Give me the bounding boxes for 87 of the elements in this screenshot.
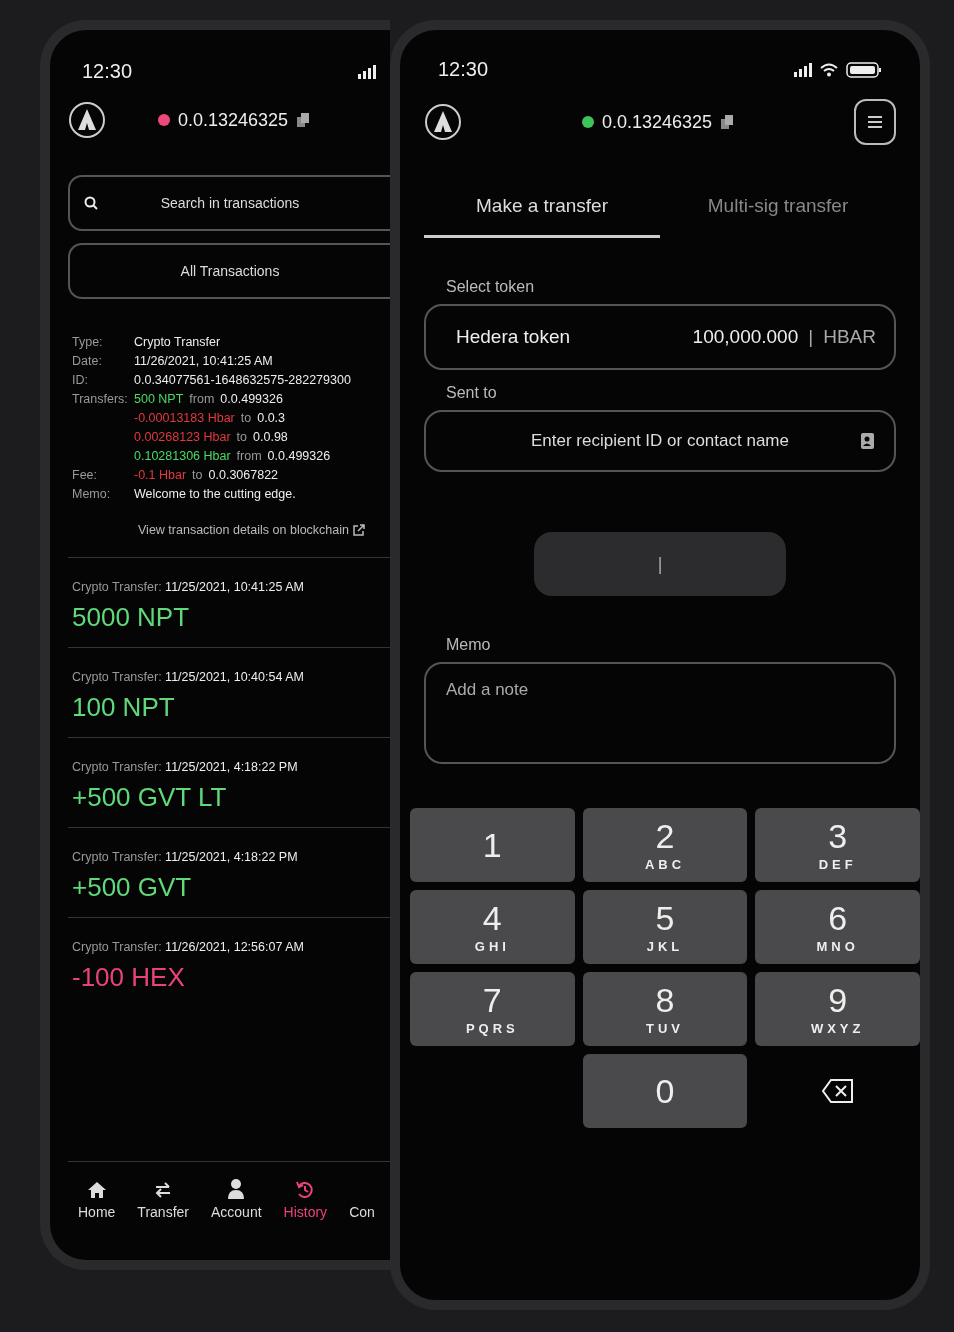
logo-icon bbox=[424, 103, 462, 141]
transfer-amount: -0.00013183 Hbar bbox=[134, 411, 235, 425]
transaction-amount: +500 GVT LT bbox=[72, 782, 228, 813]
transaction-header: Crypto Transfer: 11/26/2021, 12:56:07 AM bbox=[72, 940, 305, 954]
keypad-key[interactable]: 4 GHI bbox=[410, 890, 575, 964]
field-label: Select token bbox=[445, 278, 536, 296]
transfer-amount: 0.00268123 Hbar bbox=[134, 430, 231, 444]
field-value: Welcome to the cutting edge. bbox=[134, 487, 296, 501]
external-link-icon bbox=[353, 524, 365, 536]
blockchain-link[interactable]: View transaction details on blockchain bbox=[138, 523, 349, 537]
field-value: 0.0.34077561-1648632575-282279300 bbox=[134, 373, 351, 387]
menu-button[interactable] bbox=[854, 99, 896, 145]
field-label: Fee: bbox=[72, 468, 98, 482]
transaction-amount: 100 NPT bbox=[72, 692, 176, 723]
keypad-key[interactable]: 7 PQRS bbox=[410, 972, 575, 1046]
field-value: 0.0.499326 bbox=[267, 449, 331, 463]
account-id: 0.0.13246325 bbox=[601, 111, 713, 133]
direction-word: to bbox=[236, 430, 248, 444]
signal-icon bbox=[794, 62, 812, 77]
field-label: Sent to bbox=[445, 384, 498, 402]
direction-word: to bbox=[192, 468, 203, 482]
field-value: 0.0.499326 bbox=[220, 392, 283, 406]
nav-tab[interactable]: Home bbox=[78, 1180, 116, 1220]
field-value: 0.0.3 bbox=[257, 411, 286, 425]
transaction-header: Crypto Transfer: 11/25/2021, 4:18:22 PM bbox=[72, 760, 299, 774]
keypad-key[interactable]: 3 DEF bbox=[755, 808, 920, 882]
field-label: Transfers: bbox=[72, 392, 129, 406]
direction-word: to bbox=[240, 411, 252, 425]
transaction-amount: +500 GVT bbox=[72, 872, 193, 903]
account-id: 0.0.13246325 bbox=[177, 109, 289, 131]
field-label: Memo: bbox=[72, 487, 112, 501]
logo-icon bbox=[68, 101, 106, 139]
transaction-amount: 5000 NPT bbox=[72, 602, 191, 633]
transfer-amount: -0.1 Hbar bbox=[134, 468, 187, 482]
contact-card-icon[interactable] bbox=[860, 432, 876, 450]
memo-field[interactable]: Add a note bbox=[424, 662, 896, 764]
field-label: Date: bbox=[72, 354, 103, 368]
status-time: 12:30 bbox=[82, 60, 133, 83]
battery-icon bbox=[846, 61, 882, 78]
copy-icon[interactable] bbox=[720, 114, 735, 130]
home-icon bbox=[86, 1180, 107, 1200]
nav-tab[interactable]: Account bbox=[210, 1178, 262, 1220]
field-value: Crypto Transfer bbox=[134, 335, 221, 349]
tab[interactable]: Make a transfer bbox=[424, 185, 660, 238]
keypad-key[interactable]: 5 JKL bbox=[582, 890, 748, 964]
field-label: ID: bbox=[72, 373, 89, 387]
filter-dropdown[interactable]: All Transactions bbox=[68, 243, 390, 299]
search-field[interactable]: Search in transactions bbox=[68, 175, 390, 231]
nav-tab[interactable]: History bbox=[283, 1180, 328, 1220]
transaction-header: Crypto Transfer: 11/25/2021, 10:40:54 AM bbox=[72, 670, 305, 684]
keypad-key[interactable]: 8 TUV bbox=[582, 972, 748, 1046]
field-label: Type: bbox=[72, 335, 104, 349]
keypad-key[interactable]: 0 bbox=[582, 1054, 748, 1128]
nav-tab[interactable]: Transfer bbox=[137, 1180, 189, 1220]
status-time: 12:30 bbox=[438, 58, 489, 81]
direction-word: from bbox=[189, 392, 215, 406]
signal-icon bbox=[358, 64, 376, 79]
field-label: Memo bbox=[445, 636, 492, 654]
copy-icon[interactable] bbox=[296, 112, 311, 128]
amount-button[interactable]: | bbox=[534, 532, 786, 596]
history-icon bbox=[295, 1180, 316, 1200]
wifi-icon bbox=[820, 62, 838, 77]
transaction-header: Crypto Transfer: 11/25/2021, 4:18:22 PM bbox=[72, 850, 299, 864]
separator: | bbox=[808, 326, 814, 348]
field-value: 11/26/2021, 10:41:25 AM bbox=[134, 354, 273, 368]
menu-icon bbox=[867, 115, 883, 129]
field-value: 0.0.98 bbox=[253, 430, 288, 444]
backspace-icon[interactable] bbox=[820, 1078, 855, 1104]
keypad-key[interactable]: 1 bbox=[410, 808, 575, 882]
transfer-amount: 500 NPT bbox=[134, 392, 184, 406]
tab[interactable]: Multi-sig transfer bbox=[660, 185, 896, 238]
token-symbol: HBAR bbox=[823, 326, 876, 348]
transfer-amount: 0.10281306 Hbar bbox=[134, 449, 231, 463]
nav-tab[interactable]: Con bbox=[349, 1204, 375, 1220]
transaction-amount: -100 HEX bbox=[72, 962, 186, 993]
recipient-field[interactable]: Enter recipient ID or contact name bbox=[424, 410, 896, 472]
transaction-header: Crypto Transfer: 11/25/2021, 10:41:25 AM bbox=[72, 580, 305, 594]
keypad-key[interactable]: 9 WXYZ bbox=[755, 972, 920, 1046]
search-icon bbox=[84, 196, 98, 210]
person-icon bbox=[226, 1178, 247, 1200]
direction-word: from bbox=[236, 449, 262, 463]
token-balance: 100,000.000 bbox=[692, 326, 799, 348]
token-selector[interactable]: Hedera token 100,000.000 | HBAR bbox=[424, 304, 896, 370]
keypad-key[interactable]: 2 ABC bbox=[582, 808, 748, 882]
field-value: 0.0.3067822 bbox=[208, 468, 279, 482]
keypad-key[interactable]: 6 MNO bbox=[755, 890, 920, 964]
token-name: Hedera token bbox=[456, 326, 572, 348]
